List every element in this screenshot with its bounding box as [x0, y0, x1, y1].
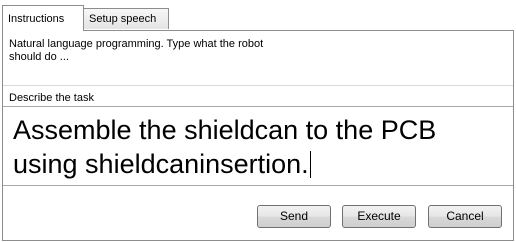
send-button[interactable]: Send	[257, 205, 331, 228]
task-description-text: Assemble the shieldcan to the PCB using …	[13, 115, 444, 179]
speech-instructions-window: Instructions Setup speech Natural langua…	[0, 0, 516, 242]
instructions-hint-text: Natural language programming. Type what …	[9, 38, 264, 63]
divider	[3, 85, 513, 86]
text-caret	[309, 151, 311, 178]
execute-button[interactable]: Execute	[342, 205, 416, 228]
instructions-panel: Natural language programming. Type what …	[2, 30, 514, 241]
describe-task-label: Describe the task	[9, 92, 94, 104]
task-description-input[interactable]: Assemble the shieldcan to the PCB using …	[3, 106, 513, 186]
tab-instructions[interactable]: Instructions	[2, 5, 84, 31]
tab-setup-speech[interactable]: Setup speech	[83, 8, 169, 29]
cancel-button[interactable]: Cancel	[428, 205, 502, 228]
tab-strip: Instructions Setup speech	[0, 0, 516, 31]
